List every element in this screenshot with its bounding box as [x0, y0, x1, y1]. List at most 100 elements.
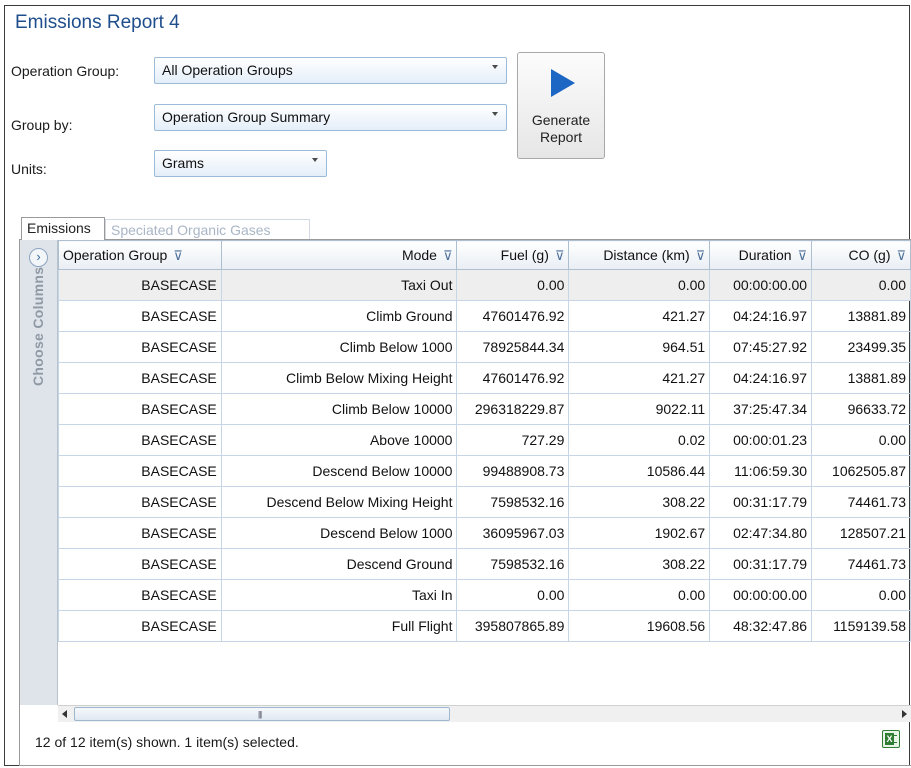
table-cell: 00:31:17.79 — [709, 548, 813, 580]
table-cell: 74461.73 — [811, 486, 911, 518]
table-cell: BASECASE — [58, 393, 222, 425]
table-cell: 78925844.34 — [456, 331, 570, 363]
table-cell: 10586.44 — [568, 455, 711, 487]
table-cell: 23499.35 — [811, 331, 911, 363]
play-icon — [551, 69, 575, 97]
table-cell: 296318229.87 — [456, 393, 570, 425]
chevron-down-icon — [312, 158, 318, 162]
table-cell: Descend Below 10000 — [220, 455, 458, 487]
units-label: Units: — [11, 161, 47, 177]
table-cell: Descend Ground — [220, 548, 458, 580]
excel-export-icon[interactable]: X — [882, 730, 900, 748]
table-cell: 37:25:47.34 — [709, 393, 813, 425]
table-cell: Above 10000 — [220, 424, 458, 456]
table-cell: BASECASE — [58, 269, 222, 301]
table-cell: BASECASE — [58, 610, 222, 642]
table-row[interactable]: BASECASE Climb Below Mixing Height 4760147… — [58, 362, 911, 394]
filter-icon[interactable]: ⊽ — [173, 248, 183, 264]
table-cell: 11:06:59.30 — [709, 455, 813, 487]
column-header-label: Mode — [401, 246, 437, 263]
table-cell: 1159139.58 — [811, 610, 911, 642]
column-header-label: Fuel (g) — [500, 246, 549, 263]
table-row[interactable]: BASECASE Full Flight 395807865.89 19608.56 4… — [58, 610, 911, 642]
table-cell: 99488908.73 — [456, 455, 570, 487]
units-value: Grams — [162, 155, 204, 171]
tab-speciated-organic-gases[interactable]: Speciated Organic Gases — [105, 219, 310, 240]
table-cell: Descend Below Mixing Height — [220, 486, 458, 518]
grip-icon: ||| — [258, 710, 262, 719]
choose-columns-panel[interactable]: › Choose Columns — [20, 240, 58, 705]
status-text: 12 of 12 item(s) shown. 1 item(s) select… — [35, 734, 299, 750]
filter-icon[interactable]: ⊽ — [798, 248, 808, 264]
table-row[interactable]: BASECASE Taxi Out 0.00 0.00 00:00:00.00 0.00 — [58, 269, 911, 301]
table-row[interactable]: BASECASE Descend Below Mixing Height 75985… — [58, 486, 911, 518]
table-cell: Climb Below 10000 — [220, 393, 458, 425]
table-cell: BASECASE — [58, 486, 222, 518]
table-cell: Full Flight — [220, 610, 458, 642]
table-cell: 04:24:16.97 — [709, 362, 813, 394]
group-by-dropdown[interactable]: Operation Group Summary — [154, 104, 507, 131]
table-cell: Taxi In — [220, 579, 458, 611]
filter-icon[interactable]: ⊽ — [555, 248, 565, 264]
column-header[interactable]: Fuel (g) ⊽ — [456, 240, 570, 270]
column-header[interactable]: CO (g) ⊽ — [811, 240, 911, 270]
choose-columns-label: Choose Columns — [30, 267, 46, 387]
table-cell: 964.51 — [568, 331, 711, 363]
table-row[interactable]: BASECASE Descend Ground 7598532.16 308.22 00… — [58, 548, 911, 580]
table-row[interactable]: BASECASE Climb Below 1000 78925844.34 964.5… — [58, 331, 911, 363]
table-cell: BASECASE — [58, 517, 222, 549]
table-cell: Climb Below 1000 — [220, 331, 458, 363]
table-cell: BASECASE — [58, 579, 222, 611]
table-row[interactable]: BASECASE Climb Ground 47601476.92 421.27 04:… — [58, 300, 911, 332]
scrollbar-thumb[interactable]: ||| — [74, 707, 450, 721]
table-row[interactable]: BASECASE Above 10000 727.29 0.02 00:00:01.23… — [58, 424, 911, 456]
table-cell: 13881.89 — [811, 362, 911, 394]
table-cell: 0.00 — [456, 579, 570, 611]
column-header[interactable]: Mode ⊽ — [220, 240, 458, 270]
table-cell: Climb Below Mixing Height — [220, 362, 458, 394]
table-cell: BASECASE — [58, 424, 222, 456]
table-row[interactable]: BASECASE Descend Below 10000 99488908.73 10… — [58, 455, 911, 487]
scroll-right-icon[interactable] — [902, 710, 907, 718]
table-cell: 47601476.92 — [456, 300, 570, 332]
column-header[interactable]: Duration ⊽ — [709, 240, 813, 270]
units-dropdown[interactable]: Grams — [154, 150, 327, 177]
table-cell: 0.02 — [568, 424, 711, 456]
filter-icon[interactable]: ⊽ — [696, 248, 706, 264]
table-row[interactable]: BASECASE Climb Below 10000 296318229.87 902… — [58, 393, 911, 425]
table-cell: 0.00 — [811, 579, 911, 611]
table-row[interactable]: BASECASE Descend Below 1000 36095967.03 190… — [58, 517, 911, 549]
table-cell: 421.27 — [568, 300, 711, 332]
table-cell: Climb Ground — [220, 300, 458, 332]
operation-group-dropdown[interactable]: All Operation Groups — [154, 57, 507, 84]
table-cell: 13881.89 — [811, 300, 911, 332]
table-cell: 0.00 — [811, 269, 911, 301]
table-cell: 1902.67 — [568, 517, 711, 549]
tab-emissions[interactable]: Emissions — [21, 217, 105, 240]
table-cell: 308.22 — [568, 486, 711, 518]
generate-report-button[interactable]: Generate Report — [517, 52, 605, 159]
table-cell: 308.22 — [568, 548, 711, 580]
table-cell: 7598532.16 — [456, 486, 570, 518]
column-header-label: Duration — [738, 246, 792, 263]
chevron-right-circle-icon[interactable]: › — [29, 248, 48, 267]
table-cell: BASECASE — [58, 331, 222, 363]
table-cell: Taxi Out — [220, 269, 458, 301]
table-cell: 128507.21 — [811, 517, 911, 549]
table-cell: 36095967.03 — [456, 517, 570, 549]
table-cell: 00:00:00.00 — [709, 579, 813, 611]
table-row[interactable]: BASECASE Taxi In 0.00 0.00 00:00:00.00 0.00 — [58, 579, 911, 611]
table-cell: 395807865.89 — [456, 610, 570, 642]
scroll-left-icon[interactable] — [62, 710, 67, 718]
column-header[interactable]: Operation Group ⊽ — [58, 240, 222, 270]
horizontal-scrollbar[interactable]: ||| — [58, 705, 911, 722]
data-table: Operation Group ⊽ Mode ⊽ Fuel (g) ⊽ Distance (… — [58, 240, 911, 642]
chevron-down-icon — [492, 65, 498, 69]
table-cell: 00:00:01.23 — [709, 424, 813, 456]
filter-icon[interactable]: ⊽ — [896, 248, 906, 264]
filter-icon[interactable]: ⊽ — [443, 248, 453, 264]
table-cell: 0.00 — [811, 424, 911, 456]
column-header[interactable]: Distance (km) ⊽ — [568, 240, 711, 270]
header-row: Operation Group ⊽ Mode ⊽ Fuel (g) ⊽ Distance (… — [58, 240, 911, 270]
generate-report-label: Generate Report — [531, 112, 591, 145]
